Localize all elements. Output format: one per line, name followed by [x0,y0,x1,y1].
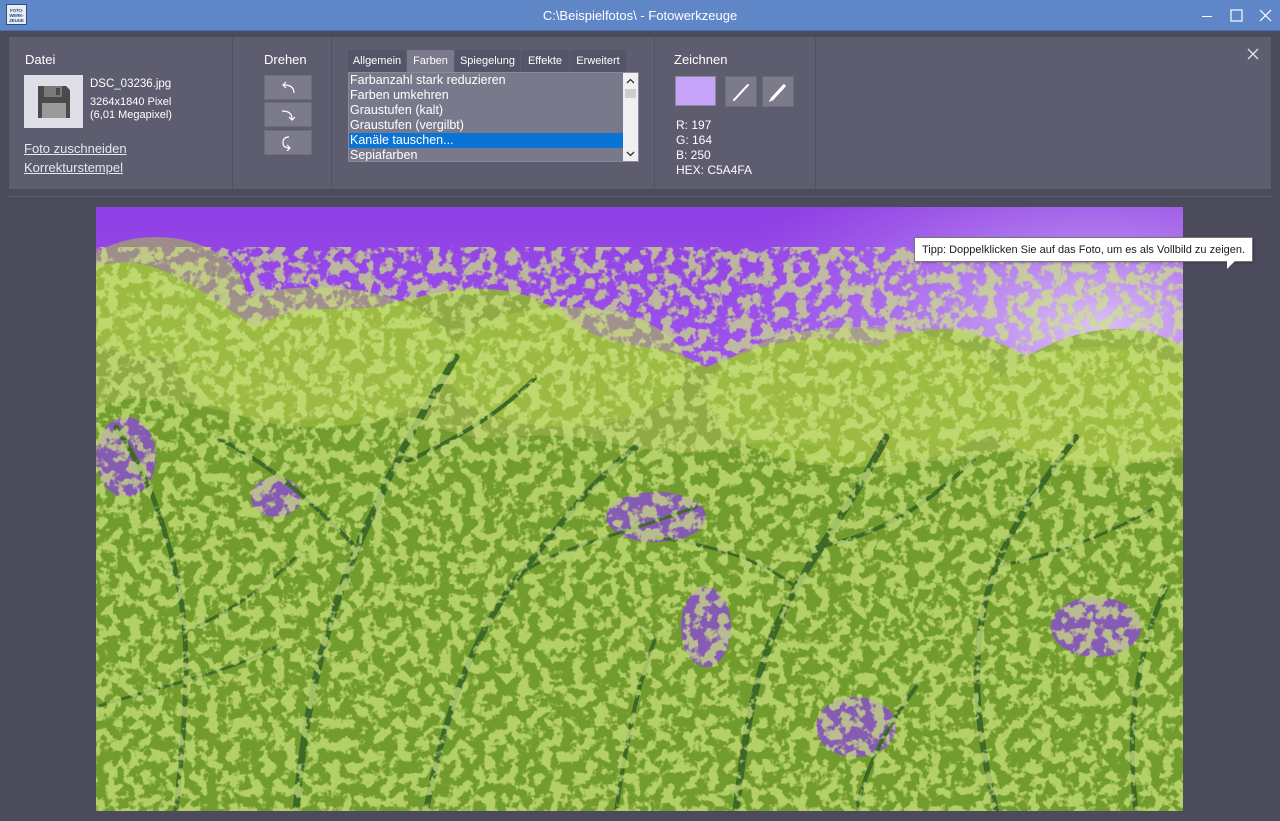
close-window-button[interactable] [1250,0,1280,31]
rotate-right-icon [281,109,296,121]
list-item[interactable]: Graustufen (kalt) [349,103,625,118]
divider [9,196,1271,197]
color-filter-list[interactable]: Farbanzahl stark reduzieren Farben umkeh… [348,72,639,162]
file-megapixels: (6,01 Megapixel) [90,109,172,121]
list-item[interactable]: Farbanzahl stark reduzieren [349,73,625,88]
tree-photo-image [96,207,1183,811]
close-icon [1259,9,1271,22]
tab-effekte[interactable]: Effekte [521,50,569,72]
maximize-button[interactable] [1221,0,1251,31]
file-name: DSC_03236.jpg [90,78,172,90]
maximize-icon [1229,9,1243,22]
file-dimensions: 3264x1840 Pixel [90,96,172,108]
rotate-right-button[interactable] [264,102,312,127]
pen-tool-button[interactable] [725,76,757,107]
photo-canvas[interactable] [96,207,1183,811]
crop-photo-link[interactable]: Foto zuschneiden [24,141,127,156]
toolbar-panel: Datei DSC_03236.jpg 3264x1840 Pixel (6,0… [9,37,1271,189]
list-item[interactable]: Sepiafarben [349,148,625,161]
list-scrollbar[interactable] [623,73,638,161]
pencil-icon [769,83,786,102]
pen-icon [733,83,749,101]
list-item-selected[interactable]: Kanäle tauschen... [349,133,625,148]
separator [815,37,816,189]
tab-spiegelung[interactable]: Spiegelung [455,50,520,72]
color-hex-value: HEX: C5A4FA [676,163,753,177]
file-open-button[interactable] [24,75,83,128]
draw-section-title: Zeichnen [674,52,728,67]
tab-farben[interactable]: Farben [407,50,454,72]
close-icon [1247,48,1259,60]
separator [232,37,233,189]
color-swatch[interactable] [675,76,716,106]
scroll-up-button[interactable] [623,73,638,88]
rotate-section-title: Drehen [264,52,307,67]
minimize-icon [1202,15,1212,17]
color-r-value: R: 197 [676,118,712,132]
list-item[interactable]: Farben umkehren [349,88,625,103]
tooltip-tail [1227,261,1235,269]
scrollbar-thumb[interactable] [625,89,636,98]
chevron-down-icon [626,151,635,156]
fullscreen-tooltip: Tipp: Doppelklicken Sie auf das Foto, um… [914,237,1254,262]
rotate-180-icon [282,135,291,151]
scroll-down-button[interactable] [623,146,638,161]
separator [331,37,332,189]
close-panel-button[interactable] [1245,46,1261,62]
list-item[interactable]: Graustufen (vergilbt) [349,118,625,133]
rotate-left-icon [282,81,295,93]
color-g-value: G: 164 [676,133,713,147]
color-b-value: B: 250 [676,148,711,162]
chevron-up-icon [626,78,635,83]
rotate-left-button[interactable] [264,75,312,100]
tab-allgemein[interactable]: Allgemein [348,50,406,72]
window-title: C:\Beispielfotos\ - Fotowerkzeuge [542,8,738,23]
minimize-button[interactable] [1192,0,1222,31]
floppy-disk-icon [37,85,70,118]
tab-erweitert[interactable]: Erweitert [570,50,626,72]
title-bar: FOTO-WERK-ZEUGE C:\Beispielfotos\ - Foto… [0,0,1280,31]
rotate-180-button[interactable] [264,130,312,155]
separator [654,37,655,189]
file-section-title: Datei [25,52,56,67]
pencil-tool-button[interactable] [762,76,794,107]
correction-stamp-link[interactable]: Korrekturstempel [24,160,123,175]
